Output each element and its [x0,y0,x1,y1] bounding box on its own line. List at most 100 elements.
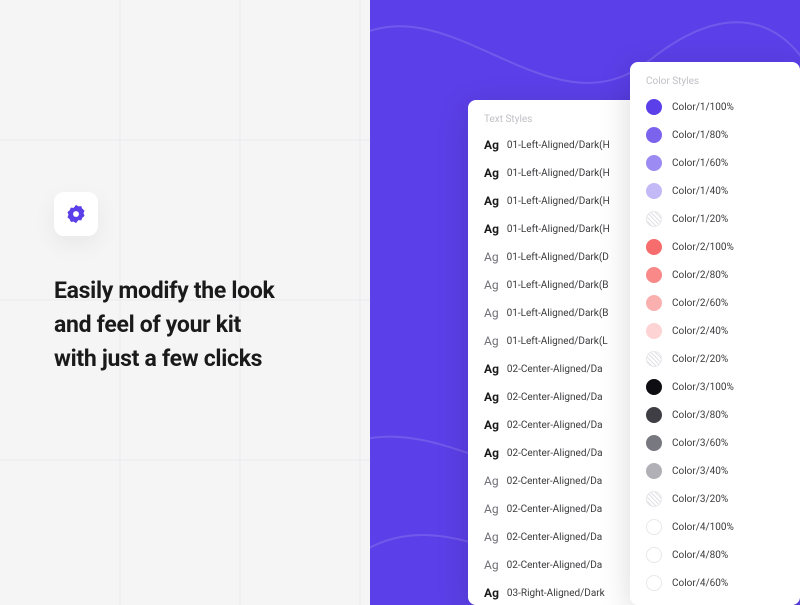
color-style-item[interactable]: Color/4/60% [646,573,784,593]
ag-sample: Ag [484,250,499,264]
text-style-item[interactable]: Ag 02-Center-Aligned/Da [484,359,632,379]
color-style-label: Color/3/60% [672,438,728,449]
color-style-item[interactable]: Color/2/100% [646,237,784,257]
ag-sample: Ag [484,586,499,600]
text-style-item[interactable]: Ag01-Left-Aligned/Dark(H [484,219,632,239]
text-style-item[interactable]: Ag03-Right-Aligned/Dark [484,583,632,603]
color-swatch [646,575,662,591]
text-style-label: 02-Center-Aligned/Da [507,532,603,543]
text-style-label: 02-Center-Aligned/Da [507,560,603,571]
color-style-label: Color/1/40% [672,186,728,197]
color-style-label: Color/3/80% [672,410,728,421]
ag-sample: Ag [484,474,499,488]
text-style-item[interactable]: Ag 01-Left-Aligned/Dark(D [484,247,632,267]
text-style-item[interactable]: Ag01-Left-Aligned/Dark(H [484,191,632,211]
color-swatch [646,491,662,507]
color-style-label: Color/3/20% [672,494,728,505]
text-style-item[interactable]: Ag01-Left-Aligned/Dark(H [484,135,632,155]
text-style-item[interactable]: Ag 02-Center-Aligned/Da [484,471,632,491]
ag-sample: Ag [484,446,499,460]
color-style-label: Color/3/40% [672,466,728,477]
color-style-item[interactable]: Color/3/20% [646,489,784,509]
color-style-item[interactable]: Color/3/60% [646,433,784,453]
color-style-label: Color/1/80% [672,130,728,141]
ag-sample: Ag [484,334,499,348]
ag-sample: Ag [484,390,499,404]
color-style-item[interactable]: Color/1/40% [646,181,784,201]
color-style-item[interactable]: Color/2/60% [646,293,784,313]
ag-sample: Ag [484,138,499,152]
text-style-item[interactable]: Ag 02-Center-Aligned/Da [484,499,632,519]
text-style-item[interactable]: Ag01-Left-Aligned/Dark(B [484,303,632,323]
color-swatch [646,267,662,283]
headline-line-3: with just a few clicks [54,342,275,376]
color-style-label: Color/4/60% [672,578,728,589]
color-swatch [646,379,662,395]
color-swatch [646,351,662,367]
color-swatch [646,323,662,339]
headline-line-2: and feel of your kit [54,308,275,342]
headline-line-1: Easily modify the look [54,274,275,308]
gear-icon [65,203,87,225]
color-style-label: Color/1/60% [672,158,728,169]
color-style-item[interactable]: Color/1/80% [646,125,784,145]
color-style-label: Color/3/100% [672,382,734,393]
text-style-item[interactable]: Ag02-Center-Aligned/Da [484,527,632,547]
color-style-item[interactable]: Color/4/80% [646,545,784,565]
ag-sample: Ag [484,166,499,180]
color-swatch [646,407,662,423]
text-style-label: 02-Center-Aligned/Da [507,476,603,487]
color-style-item[interactable]: Color/1/100% [646,97,784,117]
color-swatch [646,99,662,115]
color-styles-list: Color/1/100% Color/1/80% Color/1/60% Color/… [646,97,784,593]
text-style-item[interactable]: Ag 02-Center-Aligned/Da [484,443,632,463]
settings-icon-box [54,192,98,236]
color-style-item[interactable]: Color/1/60% [646,153,784,173]
color-swatch [646,435,662,451]
color-style-label: Color/2/100% [672,242,734,253]
color-style-item[interactable]: Color/2/20% [646,349,784,369]
color-style-item[interactable]: Color/3/80% [646,405,784,425]
text-style-item[interactable]: Ag01-Left-Aligned/Dark(B [484,275,632,295]
text-style-item[interactable]: Ag 02-Center-Aligned/Da [484,387,632,407]
text-style-label: 02-Center-Aligned/Da [507,364,603,375]
ag-sample: Ag [484,502,499,516]
ag-sample: Ag [484,278,499,292]
text-style-label: 02-Center-Aligned/Da [507,420,603,431]
color-style-label: Color/2/20% [672,354,728,365]
color-style-item[interactable]: Color/2/40% [646,321,784,341]
color-style-label: Color/1/100% [672,102,734,113]
color-style-item[interactable]: Color/3/100% [646,377,784,397]
ag-sample: Ag [484,362,499,376]
color-style-item[interactable]: Color/1/20% [646,209,784,229]
color-swatch [646,463,662,479]
text-style-label: 01-Left-Aligned/Dark(H [507,196,610,207]
color-swatch [646,183,662,199]
color-style-label: Color/2/80% [672,270,728,281]
color-style-label: Color/2/60% [672,298,728,309]
text-style-item[interactable]: Ag01-Left-Aligned/Dark(H [484,163,632,183]
text-style-label: 01-Left-Aligned/Dark(L [507,336,608,347]
color-swatch [646,519,662,535]
ag-sample: Ag [484,418,499,432]
text-styles-title: Text Styles [484,114,632,125]
text-style-label: 01-Left-Aligned/Dark(B [507,308,609,319]
text-style-item[interactable]: Ag 02-Center-Aligned/Da [484,415,632,435]
text-style-label: 02-Center-Aligned/Da [507,392,603,403]
text-style-item[interactable]: Ag 02-Center-Aligned/Da [484,555,632,575]
color-style-item[interactable]: Color/2/80% [646,265,784,285]
text-style-label: 02-Center-Aligned/Da [507,448,603,459]
ag-sample: Ag [484,558,499,572]
color-style-item[interactable]: Color/3/40% [646,461,784,481]
color-style-label: Color/4/80% [672,550,728,561]
color-swatch [646,239,662,255]
text-styles-list: Ag01-Left-Aligned/Dark(HAg01-Left-Aligne… [484,135,632,603]
text-style-label: 02-Center-Aligned/Da [507,504,603,515]
text-style-item[interactable]: Ag 01-Left-Aligned/Dark(L [484,331,632,351]
color-styles-title: Color Styles [646,76,784,87]
color-style-item[interactable]: Color/4/100% [646,517,784,537]
text-styles-panel: Text Styles Ag01-Left-Aligned/Dark(HAg01… [468,100,648,605]
color-styles-panel: Color Styles Color/1/100%Color/1/80%Colo… [630,62,800,605]
text-style-label: 01-Left-Aligned/Dark(D [507,252,609,263]
color-swatch [646,127,662,143]
